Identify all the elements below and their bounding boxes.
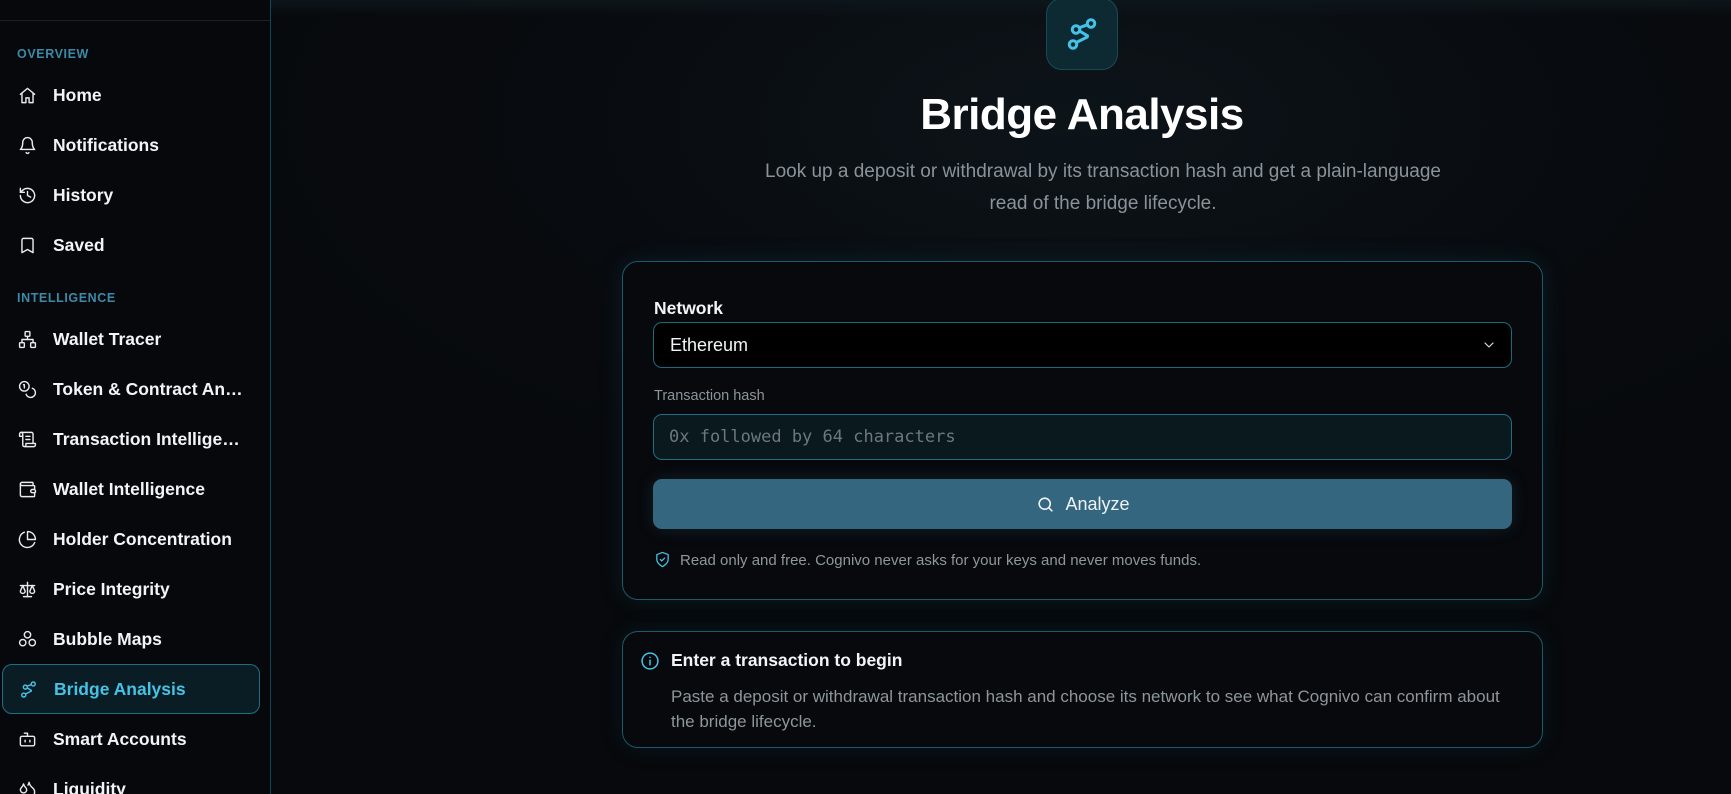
network-label: Network (654, 298, 724, 318)
sidebar-item-label: Saved (53, 234, 105, 255)
sidebar-item-label: Wallet Tracer (53, 328, 162, 349)
sidebar-item-label: Bridge Analysis (54, 678, 186, 699)
transaction-hash-label: Transaction hash (654, 388, 765, 404)
sidebar-item-liquidity[interactable]: Liquidity (2, 765, 260, 794)
section-label-overview: OVERVIEW (17, 47, 89, 61)
home-icon (17, 85, 37, 105)
sidebar-item-bridge-analysis[interactable]: Bridge Analysis (2, 664, 260, 714)
sidebar-item-home[interactable]: Home (2, 71, 260, 119)
security-footnote: Read only and free. Cognivo never asks f… (654, 551, 1201, 569)
shield-check-icon (654, 551, 672, 569)
info-icon (640, 651, 660, 671)
chevron-down-icon (1481, 337, 1497, 353)
scroll-icon (17, 429, 37, 449)
sidebar-item-smart-accounts[interactable]: Smart Accounts (2, 715, 260, 763)
sidebar-item-label: Smart Accounts (53, 728, 187, 749)
empty-state-card: Enter a transaction to begin Paste a dep… (622, 631, 1543, 748)
search-icon (1035, 494, 1055, 514)
sidebar-item-wallet-intelligence[interactable]: Wallet Intelligence (2, 465, 260, 513)
sidebar-item-history[interactable]: History (2, 171, 260, 219)
sidebar-item-price-integrity[interactable]: Price Integrity (2, 565, 260, 613)
bell-icon (17, 135, 37, 155)
top-shadow (271, 0, 1731, 16)
sidebar-item-label: Wallet Intelligence (53, 478, 206, 499)
sidebar-item-label: Price Integrity (53, 578, 170, 599)
transaction-hash-input[interactable] (653, 414, 1512, 460)
sidebar-item-wallet-tracer[interactable]: Wallet Tracer (2, 315, 260, 363)
footnote-text: Read only and free. Cognivo never asks f… (680, 551, 1202, 569)
sidebar-item-holder-concentration[interactable]: Holder Concentration (2, 515, 260, 563)
analyze-button-label: Analyze (1065, 493, 1130, 514)
route-icon (18, 679, 38, 699)
bookmark-icon (17, 235, 37, 255)
pie-chart-icon (17, 529, 37, 549)
coins-icon (17, 379, 37, 399)
sidebar-item-notifications[interactable]: Notifications (2, 121, 260, 169)
empty-state-body: Paste a deposit or withdrawal transactio… (671, 687, 1500, 731)
sidebar-item-saved[interactable]: Saved (2, 221, 260, 269)
network-icon (17, 329, 37, 349)
network-select[interactable]: Ethereum (653, 322, 1512, 368)
bot-icon (17, 729, 37, 749)
bubbles-icon (17, 629, 37, 649)
sidebar-item-label: Liquidity (53, 778, 126, 794)
section-label-intelligence: INTELLIGENCE (17, 291, 116, 305)
empty-state-title: Enter a transaction to begin (671, 650, 903, 670)
history-icon (17, 185, 37, 205)
wallet-icon (17, 479, 37, 499)
sidebar-item-label: Token & Contract Anal… (53, 378, 249, 399)
route-icon (1067, 18, 1097, 50)
network-selected-value: Ethereum (670, 334, 749, 355)
sidebar: OVERVIEW Home Notifications History Save… (0, 0, 271, 794)
sidebar-item-bubble-maps[interactable]: Bubble Maps (2, 615, 260, 663)
page-subtitle: Look up a deposit or withdrawal by its t… (765, 161, 1441, 214)
page-title: Bridge Analysis (920, 90, 1244, 139)
droplets-icon (17, 779, 37, 794)
sidebar-item-token-contract-analysis[interactable]: Token & Contract Anal… (2, 365, 260, 413)
sidebar-item-label: Transaction Intelligen… (53, 428, 249, 449)
sidebar-item-label: Holder Concentration (53, 528, 232, 549)
sidebar-item-label: History (53, 184, 114, 205)
app: OVERVIEW Home Notifications History Save… (0, 0, 1731, 794)
sidebar-divider (0, 20, 270, 21)
scale-icon (17, 579, 37, 599)
sidebar-item-label: Bubble Maps (53, 628, 162, 649)
hero-route-icon (1046, 0, 1118, 70)
analyze-button[interactable]: Analyze (653, 479, 1512, 529)
sidebar-item-label: Notifications (53, 134, 159, 155)
sidebar-item-label: Home (53, 84, 102, 105)
analysis-form-card: Network Ethereum Transaction hash Analyz… (622, 261, 1543, 600)
main-content: Bridge Analysis Look up a deposit or wit… (271, 0, 1731, 794)
sidebar-item-transaction-intelligence[interactable]: Transaction Intelligen… (2, 415, 260, 463)
